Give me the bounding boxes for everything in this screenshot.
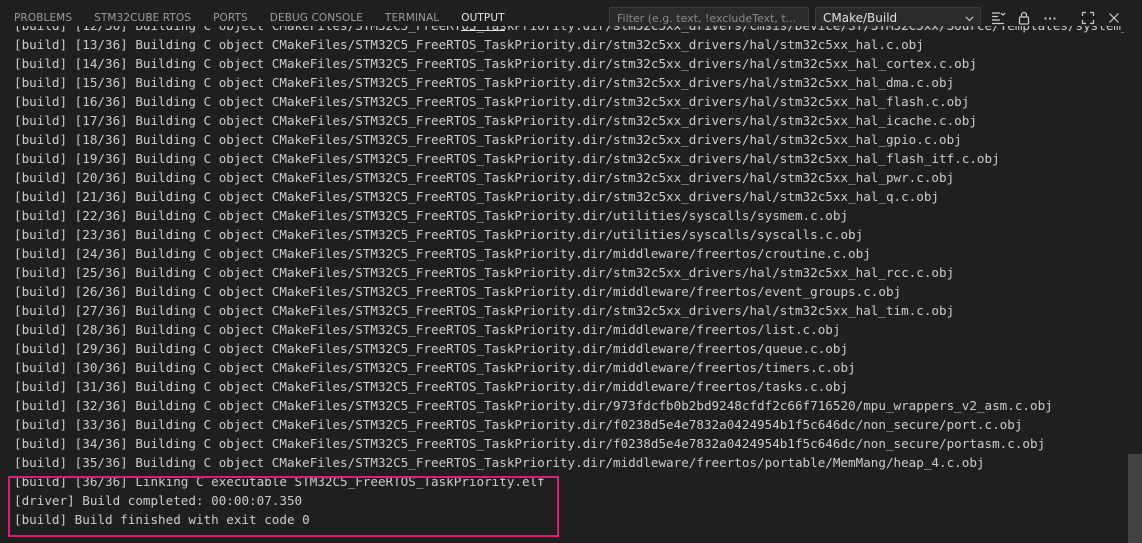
output-line: [driver] Build completed: 00:00:07.350 [14, 493, 303, 508]
output-line: [build] [19/36] Building C object CMakeF… [14, 151, 1000, 166]
output-panel: PROBLEMS STM32CUBE RTOS PORTS DEBUG CONS… [0, 0, 1142, 543]
output-line: [build] [33/36] Building C object CMakeF… [14, 417, 1023, 432]
output-line: [build] [32/36] Building C object CMakeF… [14, 398, 1053, 413]
output-line: [build] Build finished with exit code 0 [14, 512, 310, 527]
output-line: [build] [35/36] Building C object CMakeF… [14, 455, 985, 470]
output-line: [build] [36/36] Linking C executable STM… [14, 474, 545, 489]
output-line: [build] [21/36] Building C object CMakeF… [14, 189, 940, 204]
close-icon[interactable] [1104, 8, 1124, 28]
scrollbar-thumb[interactable] [1128, 454, 1142, 543]
output-line: [build] [27/36] Building C object CMakeF… [14, 303, 955, 318]
output-line: [build] [17/36] Building C object CMakeF… [14, 113, 977, 128]
output-line: [build] [16/36] Building C object CMakeF… [14, 94, 970, 109]
output-line: [build] [34/36] Building C object CMakeF… [14, 436, 1046, 451]
output-log: [build] [12/36] Building C object CMakeF… [14, 26, 1124, 529]
output-line: [build] [23/36] Building C object CMakeF… [14, 227, 864, 242]
output-line: [build] [12/36] Building C object CMakeF… [14, 26, 1124, 35]
output-line: [build] [31/36] Building C object CMakeF… [14, 379, 849, 394]
output-line: [build] [13/36] Building C object CMakeF… [14, 37, 924, 52]
chevron-down-icon [965, 16, 974, 22]
maximize-icon[interactable] [1078, 8, 1098, 28]
output-line: [build] [14/36] Building C object CMakeF… [14, 56, 977, 71]
more-icon[interactable] [1040, 8, 1060, 28]
output-line: [build] [18/36] Building C object CMakeF… [14, 132, 962, 147]
output-line: [build] [20/36] Building C object CMakeF… [14, 170, 955, 185]
output-line: [build] [15/36] Building C object CMakeF… [14, 75, 955, 90]
output-line: [build] [28/36] Building C object CMakeF… [14, 322, 841, 337]
lock-icon[interactable] [1014, 8, 1034, 28]
output-content[interactable]: [build] [12/36] Building C object CMakeF… [0, 26, 1124, 543]
output-line: [build] [25/36] Building C object CMakeF… [14, 265, 955, 280]
output-line: [build] [24/36] Building C object CMakeF… [14, 246, 871, 261]
output-line: [build] [30/36] Building C object CMakeF… [14, 360, 856, 375]
output-line: [build] [22/36] Building C object CMakeF… [14, 208, 849, 223]
output-line: [build] [29/36] Building C object CMakeF… [14, 341, 849, 356]
output-line: [build] [26/36] Building C object CMakeF… [14, 284, 902, 299]
output-channel-value: CMake/Build [823, 11, 898, 25]
list-filter-icon[interactable] [988, 8, 1008, 28]
